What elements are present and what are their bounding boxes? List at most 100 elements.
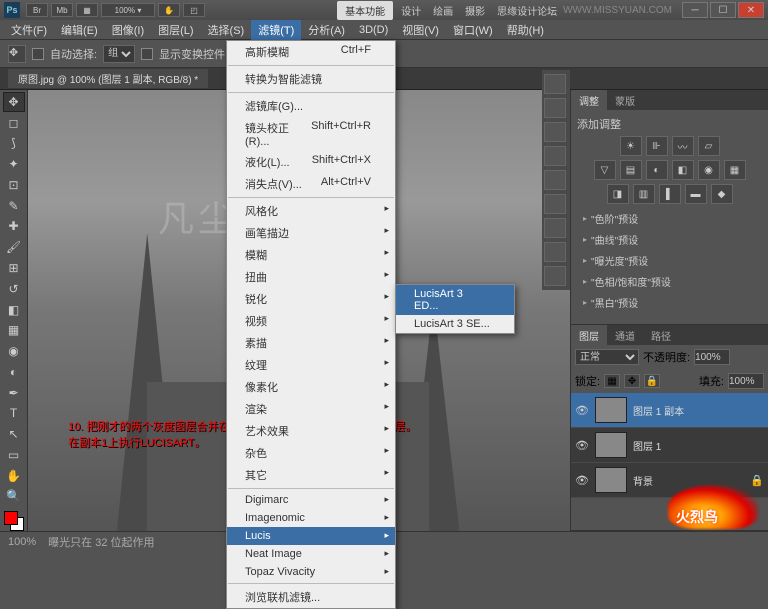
layer-thumbnail[interactable]	[595, 397, 627, 423]
photo-filter-icon[interactable]: ◉	[698, 160, 720, 180]
document-tab[interactable]: 原图.jpg @ 100% (图层 1 副本, RGB/8) *	[8, 69, 208, 88]
stamp-tool[interactable]: ⊞	[3, 258, 25, 278]
auto-select-checkbox[interactable]	[32, 48, 44, 60]
maximize-button[interactable]: ☐	[710, 2, 736, 18]
visibility-icon[interactable]: 👁	[575, 439, 589, 452]
filter-menu-item[interactable]: 扭曲	[227, 266, 395, 288]
filter-menu-item[interactable]: Topaz Vivacity	[227, 563, 395, 581]
marquee-tool[interactable]: ◻	[3, 113, 25, 133]
foreground-color[interactable]	[4, 511, 18, 525]
filter-menu-item[interactable]: 纹理	[227, 354, 395, 376]
filter-menu-item[interactable]: 转换为智能滤镜	[227, 68, 395, 90]
auto-select-dropdown[interactable]: 组	[103, 45, 135, 63]
styles-panel-icon[interactable]	[544, 170, 566, 190]
menu-file[interactable]: 文件(F)	[4, 20, 54, 40]
filter-menu-item[interactable]: 素描	[227, 332, 395, 354]
layer-row[interactable]: 👁 图层 1	[571, 428, 768, 463]
shape-tool[interactable]: ▭	[3, 445, 25, 465]
lock-all-icon[interactable]: 🔒	[644, 374, 660, 388]
menu-layer[interactable]: 图层(L)	[151, 20, 200, 40]
pen-tool[interactable]: ✒	[3, 383, 25, 403]
zoom-dropdown[interactable]: 100% ▾	[101, 3, 155, 17]
path-tool[interactable]: ↖	[3, 424, 25, 444]
transform-checkbox[interactable]	[141, 48, 153, 60]
filter-menu-item[interactable]: 杂色	[227, 442, 395, 464]
layer-thumbnail[interactable]	[595, 467, 627, 493]
selective-icon[interactable]: ◆	[711, 184, 733, 204]
brush-tool[interactable]: 🖌	[3, 237, 25, 257]
layer-name[interactable]: 图层 1 副本	[633, 403, 684, 418]
layout-button[interactable]: ▦	[76, 3, 98, 17]
preset-item[interactable]: "黑白"预设	[577, 292, 762, 313]
filter-menu-item[interactable]: 像素化	[227, 376, 395, 398]
blend-mode-dropdown[interactable]: 正常	[575, 349, 639, 365]
filter-menu-item[interactable]: 其它	[227, 464, 395, 486]
lock-position-icon[interactable]: ✥	[624, 374, 640, 388]
eyedropper-tool[interactable]: ✎	[3, 196, 25, 216]
minimize-button[interactable]: ─	[682, 2, 708, 18]
filter-menu-item[interactable]: Lucis	[227, 527, 395, 545]
minibridge-button[interactable]: Mb	[51, 3, 73, 17]
heal-tool[interactable]: ✚	[3, 217, 25, 237]
filter-menu-item[interactable]: Neat Image	[227, 545, 395, 563]
close-button[interactable]: ✕	[738, 2, 764, 18]
move-tool[interactable]: ✥	[3, 92, 25, 112]
type-tool[interactable]: T	[3, 404, 25, 424]
posterize-icon[interactable]: ▥	[633, 184, 655, 204]
preset-item[interactable]: "曝光度"预设	[577, 250, 762, 271]
layer-name[interactable]: 图层 1	[633, 438, 661, 453]
visibility-icon[interactable]: 👁	[575, 404, 589, 417]
hand-icon[interactable]: ✋	[158, 3, 180, 17]
gradient-tool[interactable]: ▦	[3, 320, 25, 340]
menu-filter[interactable]: 滤镜(T)	[251, 20, 301, 40]
lock-pixels-icon[interactable]: ▦	[604, 374, 620, 388]
filter-menu-item[interactable]: 消失点(V)...Alt+Ctrl+V	[227, 173, 395, 195]
filter-menu-item[interactable]: 视频	[227, 310, 395, 332]
threshold-icon[interactable]: ▌	[659, 184, 681, 204]
filter-menu-item[interactable]: 模糊	[227, 244, 395, 266]
wand-tool[interactable]: ✦	[3, 154, 25, 174]
channels-tab[interactable]: 通道	[607, 325, 643, 346]
screen-mode-icon[interactable]: ◰	[183, 3, 205, 17]
swatches-panel-icon[interactable]	[544, 146, 566, 166]
preset-item[interactable]: "曲线"预设	[577, 229, 762, 250]
submenu-item[interactable]: LucisArt 3 ED...	[396, 285, 514, 315]
filter-menu-item[interactable]: 艺术效果	[227, 420, 395, 442]
filter-menu-item[interactable]: 高斯模糊Ctrl+F	[227, 41, 395, 63]
visibility-icon[interactable]: 👁	[575, 474, 589, 487]
menu-3d[interactable]: 3D(D)	[352, 22, 395, 38]
filter-menu-item[interactable]: Digimarc	[227, 491, 395, 509]
paragraph-panel-icon[interactable]	[544, 218, 566, 238]
filter-menu-item[interactable]: 风格化	[227, 200, 395, 222]
gradient-map-icon[interactable]: ▬	[685, 184, 707, 204]
eraser-tool[interactable]: ◧	[3, 300, 25, 320]
exposure-icon[interactable]: ▱	[698, 136, 720, 156]
clone-panel-icon[interactable]	[544, 242, 566, 262]
bw-icon[interactable]: ◧	[672, 160, 694, 180]
paths-tab[interactable]: 路径	[643, 325, 679, 346]
preset-item[interactable]: "色相/饱和度"预设	[577, 271, 762, 292]
color-swatch[interactable]	[4, 511, 24, 531]
balance-icon[interactable]: ◐	[646, 160, 668, 180]
workspace-photo[interactable]: 摄影	[459, 1, 491, 20]
filter-menu-item[interactable]: 画笔描边	[227, 222, 395, 244]
layers-tab[interactable]: 图层	[571, 325, 607, 346]
submenu-item[interactable]: LucisArt 3 SE...	[396, 315, 514, 333]
layer-thumbnail[interactable]	[595, 432, 627, 458]
menu-analysis[interactable]: 分析(A)	[301, 20, 352, 40]
character-panel-icon[interactable]	[544, 194, 566, 214]
zoom-tool[interactable]: 🔍	[3, 487, 25, 507]
menu-help[interactable]: 帮助(H)	[500, 20, 551, 40]
curves-icon[interactable]: 〰	[672, 136, 694, 156]
menu-select[interactable]: 选择(S)	[201, 20, 252, 40]
crop-tool[interactable]: ⊡	[3, 175, 25, 195]
history-panel-icon[interactable]	[544, 74, 566, 94]
zoom-level[interactable]: 100%	[8, 536, 36, 548]
masks-tab[interactable]: 蒙版	[607, 90, 643, 111]
layer-row[interactable]: 👁 背景 🔒	[571, 463, 768, 498]
layer-name[interactable]: 背景	[633, 473, 653, 488]
filter-menu-item[interactable]: 锐化	[227, 288, 395, 310]
hue-icon[interactable]: ▤	[620, 160, 642, 180]
opacity-input[interactable]	[694, 349, 730, 365]
filter-menu-item[interactable]: 液化(L)...Shift+Ctrl+X	[227, 151, 395, 173]
